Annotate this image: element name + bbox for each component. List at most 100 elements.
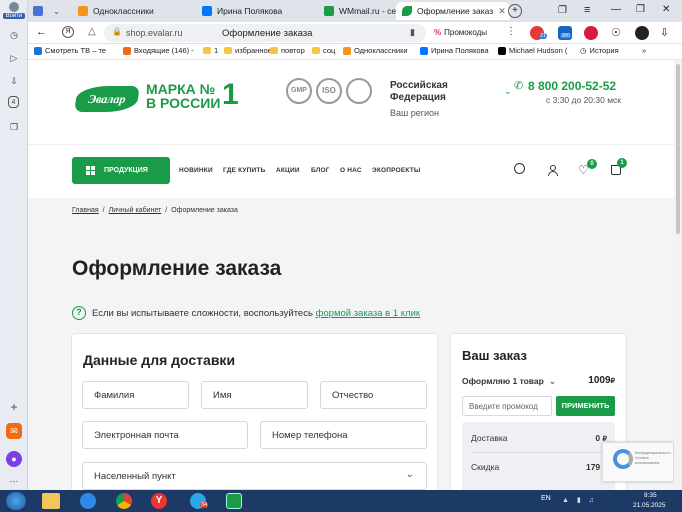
- bookmark-irina[interactable]: Ирина Полякова: [420, 46, 489, 55]
- bookmark-soc[interactable]: соц: [312, 46, 335, 55]
- nav-eco[interactable]: ЭКОПРОЕКТЫ: [372, 167, 420, 174]
- restore-icon[interactable]: ❐: [636, 4, 645, 15]
- promo-input[interactable]: Введите промокод: [462, 396, 552, 416]
- more-icon[interactable]: ⋯: [6, 473, 22, 489]
- phone-number[interactable]: 8 800 200-52-52: [528, 79, 616, 93]
- chevron-down-icon: ⌄: [548, 376, 556, 386]
- last-name-field[interactable]: Фамилия: [82, 381, 189, 409]
- close-tab-icon[interactable]: ✕: [498, 6, 506, 17]
- profile-button[interactable]: Войти: [3, 2, 25, 22]
- more-vert-icon[interactable]: ⋮: [506, 26, 516, 37]
- bookmark-1[interactable]: 1: [203, 46, 218, 55]
- total-value: 1009: [588, 375, 611, 386]
- ext-toggle-icon[interactable]: [635, 26, 649, 40]
- explorer-icon[interactable]: [42, 493, 60, 509]
- vk-icon: [202, 6, 212, 16]
- bookmark-tv[interactable]: Смотреть ТВ – те: [34, 46, 106, 55]
- nav-promos[interactable]: АКЦИИ: [276, 167, 300, 174]
- tab-dropdown[interactable]: ⌄: [50, 2, 66, 20]
- tab-irina[interactable]: Ирина Полякова: [196, 2, 314, 20]
- tab-number-icon[interactable]: 4: [8, 96, 19, 108]
- breadcrumb-account[interactable]: Личный кабинет: [109, 207, 162, 214]
- bookmark-repeat[interactable]: повтор: [270, 46, 305, 55]
- chrome-icon[interactable]: [116, 493, 132, 509]
- favorites-badge: 0: [587, 159, 597, 169]
- taskbar: Y 34 EN ▲ ▮ ♫ 8:35 21.05.2025: [0, 490, 682, 512]
- items-toggle[interactable]: Оформляю 1 товар ⌄: [462, 376, 556, 387]
- url-box[interactable]: 🔒 shop.evalar.ru Оформление заказа ▮: [104, 24, 426, 42]
- phone-field[interactable]: Номер телефона: [260, 421, 427, 449]
- email-field[interactable]: Электронная почта: [82, 421, 248, 449]
- recaptcha-text: Конфиденциальность - Условия использован…: [635, 451, 673, 465]
- city-select[interactable]: Населенный пункт ⌄: [82, 462, 427, 490]
- chevron-down-icon[interactable]: ⌄: [504, 86, 512, 97]
- start-button[interactable]: [6, 492, 26, 510]
- ext-red-icon[interactable]: [584, 26, 598, 40]
- lang-indicator[interactable]: EN: [541, 495, 551, 502]
- new-tab-button[interactable]: +: [508, 4, 522, 18]
- nav-about[interactable]: О НАС: [340, 167, 362, 174]
- breadcrumb-home[interactable]: Главная: [72, 207, 99, 214]
- bookmark-history[interactable]: ◷ История: [580, 46, 619, 55]
- nav-new[interactable]: НОВИНКИ: [179, 167, 213, 174]
- bookmark-ok[interactable]: Одноклассники: [343, 46, 408, 55]
- recaptcha-badge[interactable]: Конфиденциальность - Условия использован…: [602, 442, 674, 482]
- copy-icon[interactable]: ❐: [558, 5, 567, 16]
- back-icon[interactable]: ←: [36, 26, 47, 38]
- bookmark-hudson[interactable]: Michael Hudson (: [498, 46, 567, 55]
- products-button[interactable]: ПРОДУКЦИЯ: [72, 157, 170, 184]
- ie-icon[interactable]: [80, 493, 96, 509]
- region-sub[interactable]: Ваш регион: [390, 108, 439, 118]
- menu-icon[interactable]: ≡: [584, 4, 590, 16]
- search-icon[interactable]: [514, 163, 525, 174]
- clock-date[interactable]: 21.05.2025: [633, 502, 666, 509]
- order-total: 1009₽: [588, 375, 615, 386]
- bookmark-icon[interactable]: ▮: [410, 27, 415, 38]
- yandex-browser-icon[interactable]: Y: [151, 493, 167, 509]
- tab-evalar[interactable]: Оформление заказ ✕: [396, 2, 510, 20]
- region-title[interactable]: Российская Федерация: [390, 80, 462, 104]
- bookmarks-more-icon[interactable]: »: [642, 46, 646, 55]
- clock-time[interactable]: 8:35: [644, 492, 657, 499]
- promo-button[interactable]: % Промокоды: [434, 25, 500, 40]
- tab-group-icon[interactable]: [30, 2, 48, 20]
- apply-promo-button[interactable]: ПРИМЕНИТЬ: [556, 396, 615, 416]
- evalar-app-icon[interactable]: [226, 493, 242, 509]
- yandex-icon[interactable]: Я: [62, 26, 74, 38]
- bookmark-inbox[interactable]: Входящие (146) -: [123, 46, 194, 55]
- close-window-icon[interactable]: ✕: [662, 4, 670, 15]
- bookmark-label: Одноклассники: [354, 46, 408, 55]
- play-icon[interactable]: ▷: [6, 50, 22, 66]
- quick-order-link[interactable]: формой заказа в 1 клик: [316, 308, 420, 319]
- folder-icon: [224, 47, 232, 54]
- collections-icon[interactable]: ❐: [6, 119, 22, 135]
- mail-app-icon[interactable]: ✉: [6, 423, 22, 439]
- slogan-line2: В РОССИИ: [146, 95, 221, 111]
- x-icon: [498, 46, 506, 55]
- download-bar-icon[interactable]: ⇩: [660, 26, 669, 39]
- history-icon[interactable]: ◷: [6, 27, 22, 43]
- page-scrollbar[interactable]: [674, 60, 682, 490]
- nav-where-to-buy[interactable]: ГДЕ КУПИТЬ: [223, 167, 265, 174]
- ext-shield-icon[interactable]: ☉: [611, 26, 621, 39]
- minimize-icon[interactable]: —: [611, 4, 621, 15]
- discount-label: Скидка: [471, 462, 500, 472]
- scroll-thumb[interactable]: [676, 64, 680, 234]
- breadcrumb: Главная / Личный кабинет / Оформление зака…: [72, 207, 238, 214]
- evalar-leaf-icon: [402, 6, 412, 16]
- vk-icon: [420, 46, 428, 55]
- products-label: ПРОДУКЦИЯ: [104, 167, 148, 174]
- add-panel-icon[interactable]: +: [6, 399, 22, 415]
- first-name-field[interactable]: Имя: [201, 381, 308, 409]
- user-icon[interactable]: [547, 165, 558, 177]
- download-icon[interactable]: ⇩: [6, 73, 22, 89]
- tab-odnoklassniki[interactable]: Одноклассники: [72, 2, 192, 20]
- evalar-logo[interactable]: Эвалар: [74, 86, 140, 112]
- patronymic-field[interactable]: Отчество: [320, 381, 427, 409]
- alice-app-icon[interactable]: ●: [6, 451, 22, 467]
- nav-blog[interactable]: БЛОГ: [311, 167, 330, 174]
- protect-icon[interactable]: △: [88, 26, 96, 37]
- tray-icons[interactable]: ▲ ▮ ♫: [562, 496, 597, 504]
- tab-label: Оформление заказ: [417, 6, 494, 16]
- bookmark-favorites[interactable]: избранное: [224, 46, 272, 55]
